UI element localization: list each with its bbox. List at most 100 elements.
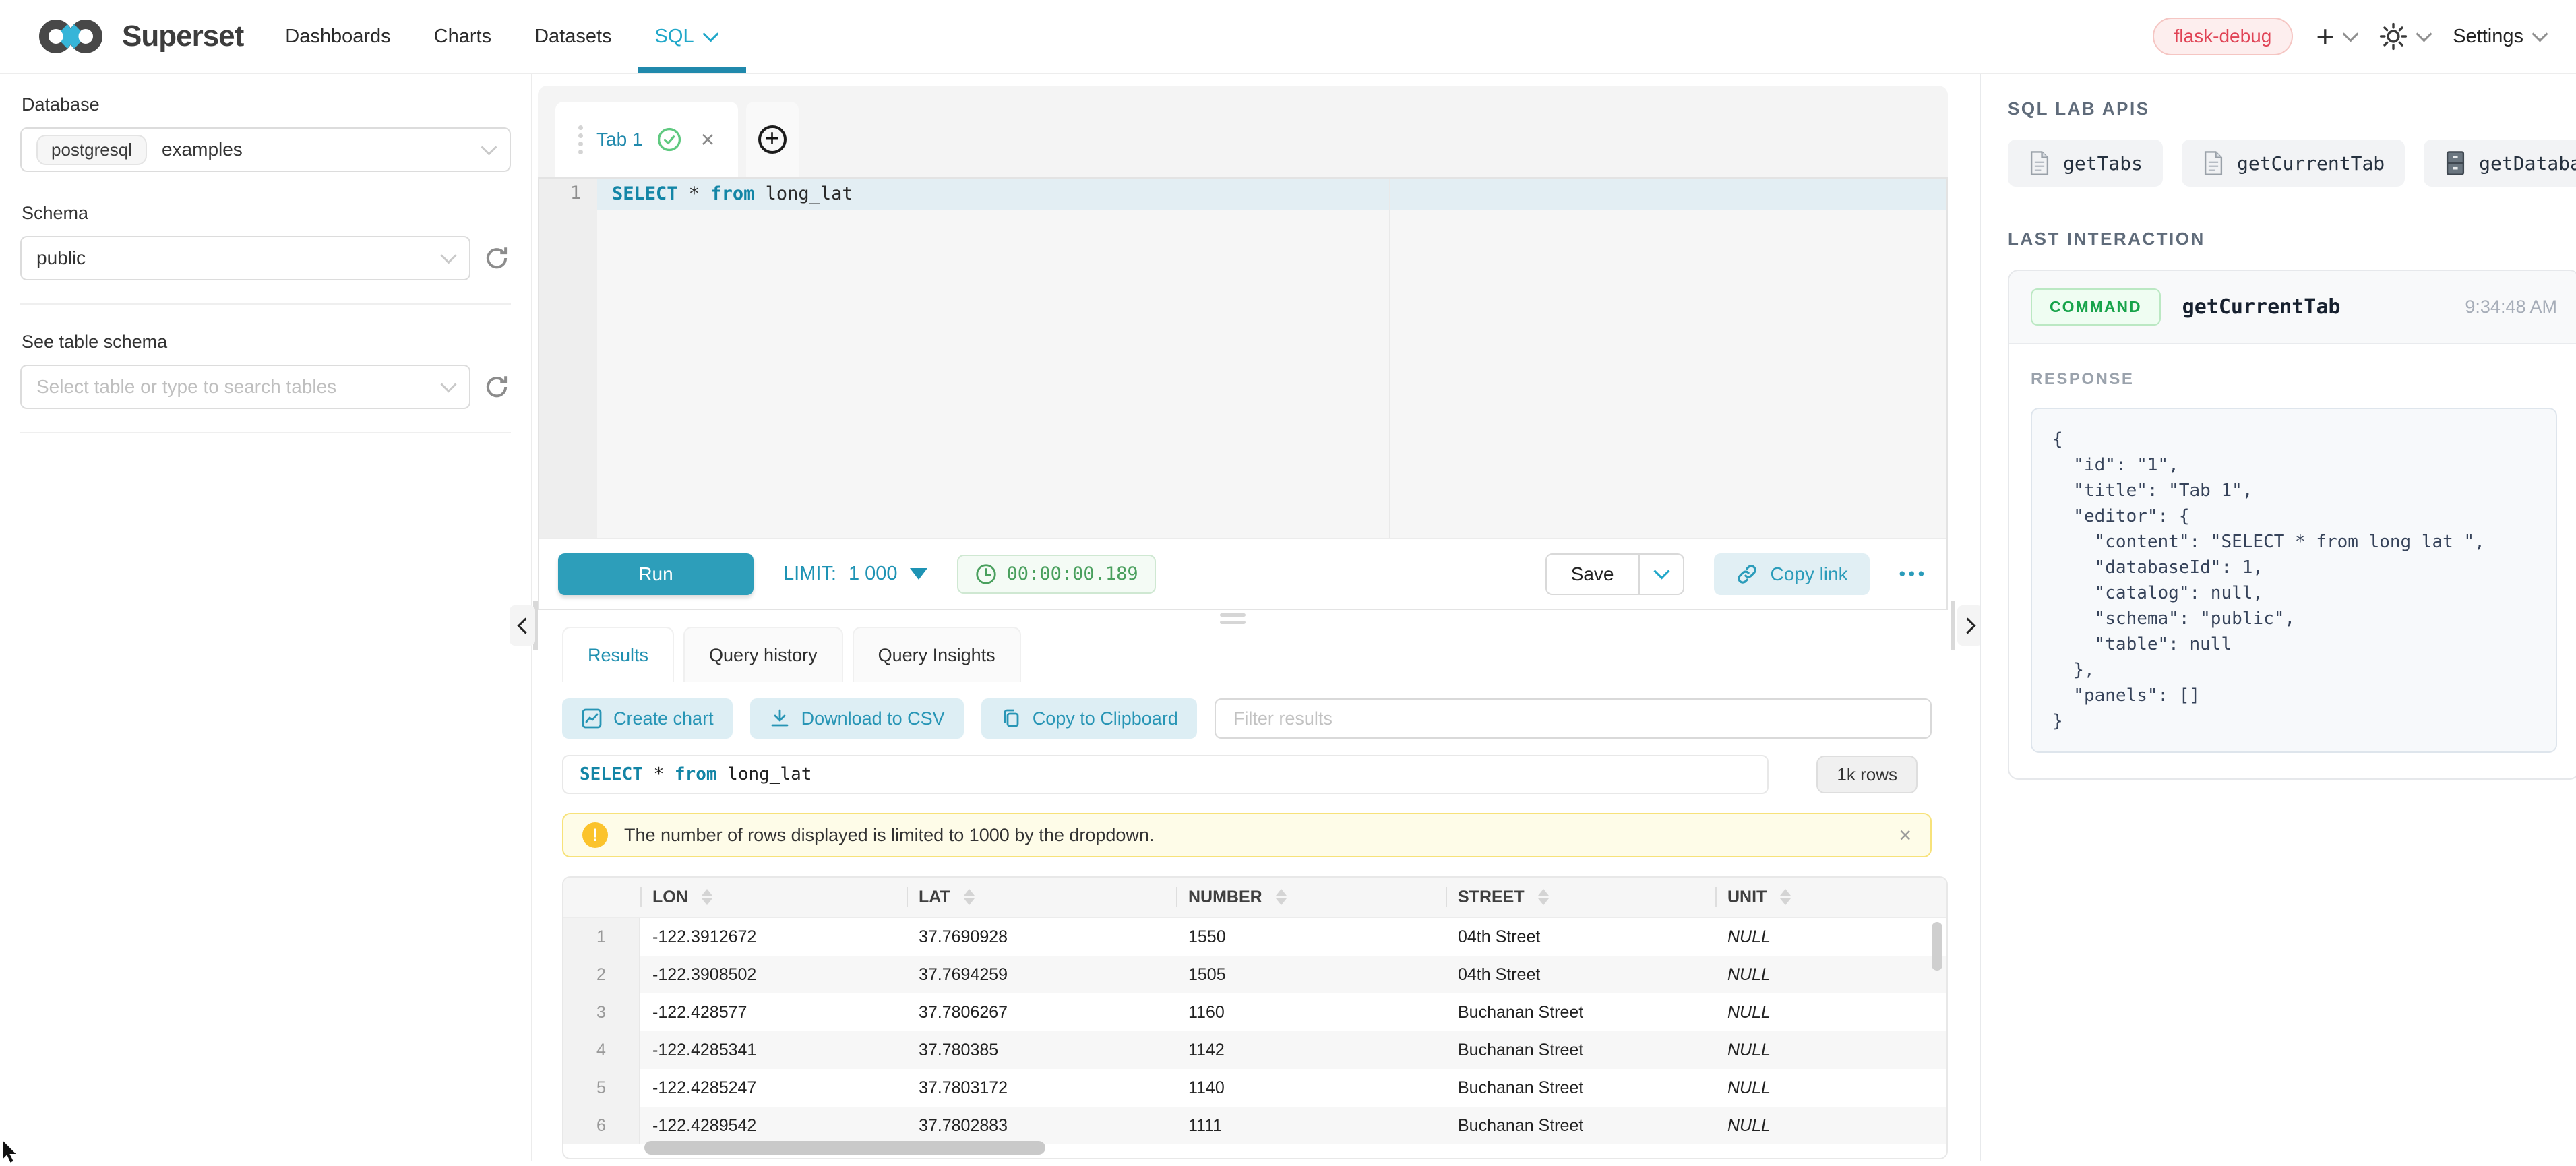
refresh-tables-button[interactable] — [483, 373, 511, 401]
horizontal-scrollbar[interactable] — [644, 1141, 1045, 1155]
filter-results-input[interactable] — [1215, 698, 1932, 739]
print-margin-line — [1389, 179, 1390, 538]
warning-icon: ! — [582, 822, 608, 848]
warning-text: The number of rows displayed is limited … — [624, 825, 1154, 846]
pane-resize-handle[interactable] — [1220, 613, 1246, 624]
sqllab-sidebar: Database postgresql examples Schema publ… — [0, 74, 532, 1161]
nav-item-datasets[interactable]: Datasets — [534, 26, 611, 48]
environment-badge: flask-debug — [2153, 18, 2294, 55]
chevron-down-icon — [1653, 563, 1669, 579]
results-tabs: Results Query history Query Insights — [562, 627, 1948, 682]
run-button[interactable]: Run — [558, 553, 754, 595]
nav-item-sql[interactable]: SQL — [655, 26, 716, 48]
results-table: LON LAT NUMBER STREET UNIT — [562, 876, 1948, 1159]
schema-value: public — [36, 247, 86, 269]
create-chart-button[interactable]: Create chart — [562, 698, 733, 739]
close-tab-icon[interactable]: × — [701, 127, 715, 152]
executed-sql-preview: SELECT * from long_lat — [562, 755, 1769, 794]
close-icon[interactable]: × — [1899, 824, 1911, 846]
get-tabs-button[interactable]: getTabs — [2008, 140, 2163, 187]
get-current-tab-button[interactable]: getCurrentTab — [2182, 140, 2405, 187]
row-number-header — [563, 878, 640, 917]
sun-icon — [2379, 22, 2408, 51]
caret-down-icon — [910, 568, 927, 580]
sort-icon[interactable] — [1780, 889, 1791, 905]
interaction-timestamp: 9:34:48 AM — [2465, 297, 2557, 317]
sqllab-main: Tab 1 × + 1 SELECT * from long_lat Run L… — [532, 74, 1980, 1161]
table-row: 3-122.42857737.78062671160Buchanan Stree… — [563, 993, 1946, 1031]
command-name: getCurrentTab — [2182, 295, 2341, 319]
tab-results[interactable]: Results — [562, 627, 674, 682]
api-buttons: getTabs getCurrentTab getDatabases — [2008, 140, 2563, 187]
get-databases-button[interactable]: getDatabases — [2424, 140, 2576, 187]
nav-right-controls: flask-debug + Settings — [2153, 18, 2546, 55]
query-preview-row: SELECT * from long_lat 1k rows — [562, 755, 1948, 794]
schema-label: Schema — [22, 203, 511, 224]
download-csv-button[interactable]: Download to CSV — [750, 698, 964, 739]
table-row: 2-122.390850237.7694259150504th StreetNU… — [563, 956, 1946, 993]
limit-dropdown[interactable]: LIMIT: 1 000 — [783, 563, 927, 585]
nav-item-dashboards[interactable]: Dashboards — [285, 26, 390, 48]
sort-icon[interactable] — [702, 889, 712, 905]
cabinet-icon — [2444, 150, 2467, 176]
chart-icon — [581, 708, 603, 729]
more-actions-button[interactable]: ••• — [1899, 563, 1928, 584]
row-limit-warning-banner: ! The number of rows displayed is limite… — [562, 813, 1932, 857]
table-select[interactable]: Select table or type to search tables — [20, 365, 470, 409]
plus-circle-icon: + — [758, 125, 787, 154]
add-tab-button[interactable]: + — [746, 102, 799, 177]
sort-icon[interactable] — [1276, 889, 1287, 905]
last-interaction-card: COMMAND getCurrentTab 9:34:48 AM RESPONS… — [2008, 270, 2576, 780]
clock-icon — [975, 563, 998, 586]
database-engine-tag: postgresql — [36, 135, 147, 165]
table-schema-label: See table schema — [22, 332, 511, 352]
panel-resize-bar[interactable] — [1951, 601, 1955, 650]
database-select[interactable]: postgresql examples — [20, 127, 511, 172]
column-header-number[interactable]: NUMBER — [1176, 878, 1446, 917]
results-pane: Results Query history Query Insights Cre… — [562, 627, 1948, 1161]
column-header-lat[interactable]: LAT — [907, 878, 1176, 917]
top-navbar: Superset Dashboards Charts Datasets SQL … — [0, 0, 2576, 74]
line-number: 1 — [570, 183, 581, 204]
chevron-right-icon — [1959, 617, 1975, 634]
query-tabstrip: Tab 1 × + — [538, 86, 1948, 177]
query-tab[interactable]: Tab 1 × — [555, 102, 738, 177]
response-json-block: { "id": "1", "title": "Tab 1", "editor":… — [2031, 408, 2557, 753]
sort-icon[interactable] — [1538, 889, 1549, 905]
column-header-unit[interactable]: UNIT — [1715, 878, 1946, 917]
new-item-button[interactable]: + — [2316, 21, 2356, 52]
vertical-scrollbar[interactable] — [1932, 922, 1942, 971]
copy-link-button[interactable]: Copy link — [1714, 553, 1870, 595]
theme-toggle-button[interactable] — [2379, 22, 2430, 51]
nav-links: Dashboards Charts Datasets SQL — [285, 26, 716, 48]
column-header-lon[interactable]: LON — [640, 878, 907, 917]
column-header-street[interactable]: STREET — [1446, 878, 1715, 917]
response-label: RESPONSE — [2031, 370, 2557, 389]
superset-logo[interactable]: Superset — [30, 15, 243, 58]
elapsed-timer: 00:00:00.189 — [957, 555, 1156, 594]
api-panel-title: SQL LAB APIS — [2008, 98, 2563, 119]
sql-editor: 1 SELECT * from long_lat Run LIMIT: 1 00… — [538, 177, 1948, 610]
table-row: 1-122.391267237.7690928155004th StreetNU… — [563, 918, 1946, 956]
nav-item-charts[interactable]: Charts — [434, 26, 491, 48]
table-select-placeholder: Select table or type to search tables — [36, 376, 336, 398]
command-badge: COMMAND — [2031, 288, 2161, 326]
editor-gutter: 1 — [539, 179, 597, 538]
save-options-button[interactable] — [1640, 553, 1684, 595]
drag-handle-icon[interactable] — [578, 125, 583, 154]
table-row: 4-122.428534137.7803851142Buchanan Stree… — [563, 1031, 1946, 1069]
tab-query-history[interactable]: Query history — [683, 627, 843, 682]
refresh-icon — [483, 373, 511, 401]
copy-icon — [1000, 708, 1022, 729]
copy-clipboard-button[interactable]: Copy to Clipboard — [981, 698, 1197, 739]
collapse-sidebar-button[interactable] — [510, 605, 535, 646]
save-button[interactable]: Save — [1545, 553, 1640, 595]
sql-editor-area[interactable]: 1 SELECT * from long_lat — [539, 179, 1946, 538]
tab-query-insights[interactable]: Query Insights — [853, 627, 1021, 682]
refresh-schemas-button[interactable] — [483, 244, 511, 272]
results-actions: Create chart Download to CSV Copy to — [562, 698, 1948, 739]
schema-select[interactable]: public — [20, 236, 470, 280]
sort-icon[interactable] — [964, 889, 975, 905]
chevron-down-icon — [2416, 26, 2432, 42]
settings-menu[interactable]: Settings — [2453, 26, 2546, 48]
